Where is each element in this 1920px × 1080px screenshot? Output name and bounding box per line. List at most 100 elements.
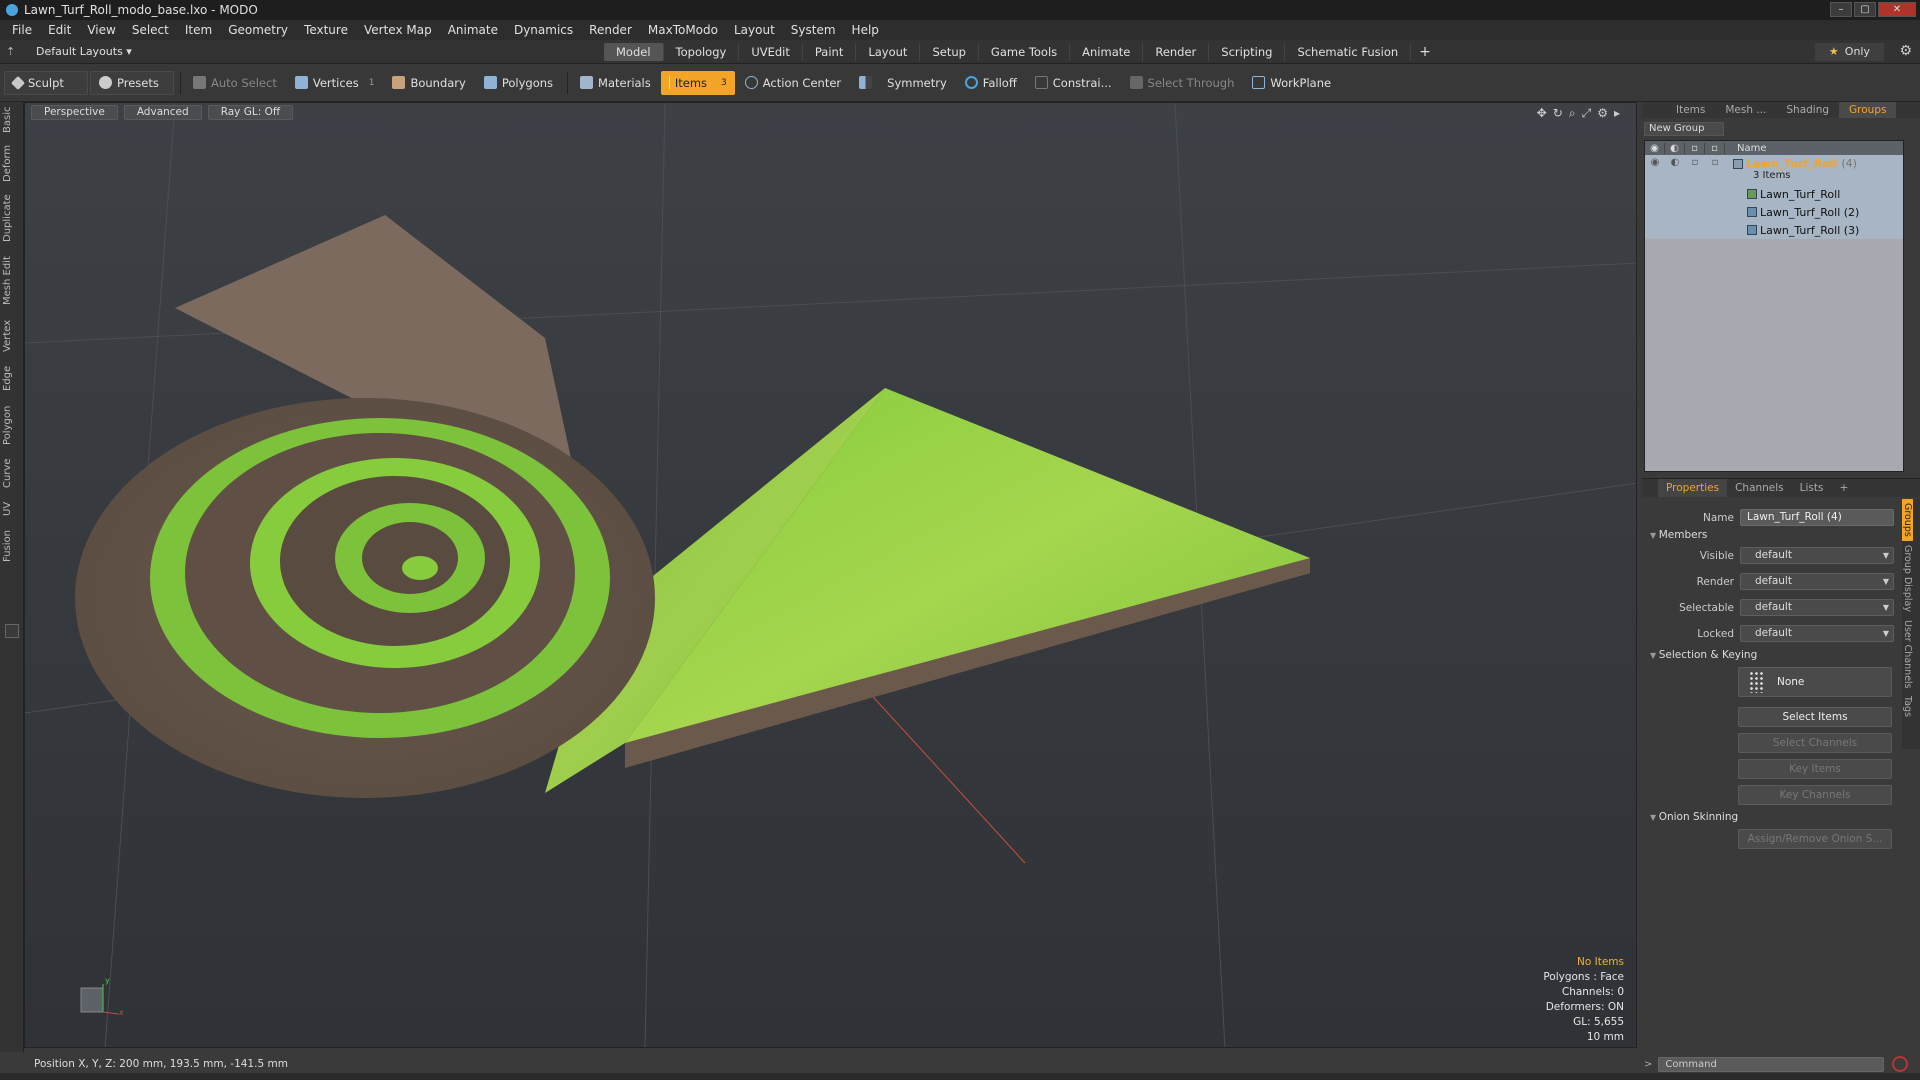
menu-dynamics[interactable]: Dynamics — [506, 23, 581, 37]
tab-paint[interactable]: Paint — [803, 43, 857, 61]
eye-icon[interactable]: ◉ — [1645, 142, 1665, 154]
list-item[interactable]: Lawn_Turf_Roll — [1645, 185, 1903, 203]
tab-properties[interactable]: Properties — [1658, 479, 1728, 497]
raygl-button[interactable]: Ray GL: Off — [207, 105, 294, 120]
lock-icon[interactable]: ▫ — [1685, 142, 1705, 154]
default-layouts-dropdown[interactable]: ⇡ Default Layouts ▾ — [6, 45, 132, 58]
visible-dropdown[interactable]: default — [1740, 547, 1894, 564]
list-item[interactable]: Lawn_Turf_Roll (3) — [1645, 221, 1903, 239]
menu-vertex-map[interactable]: Vertex Map — [356, 23, 440, 37]
menu-geometry[interactable]: Geometry — [220, 23, 296, 37]
tab-uvedit[interactable]: UVEdit — [739, 43, 803, 61]
menu-view[interactable]: View — [79, 23, 123, 37]
none-button[interactable]: None — [1738, 667, 1892, 697]
symmetry-button[interactable]: Symmetry — [851, 71, 955, 95]
render-icon[interactable]: ◐ — [1665, 142, 1685, 154]
left-tab-uv[interactable]: UV — [2, 496, 22, 522]
select-through-button[interactable]: Select Through — [1122, 71, 1243, 95]
materials-button[interactable]: Materials — [572, 71, 659, 95]
side-tab-group-display[interactable]: Group Display — [1902, 541, 1913, 616]
minimize-button[interactable]: – — [1830, 2, 1852, 17]
selectable-dropdown[interactable]: default — [1740, 599, 1894, 616]
tab-setup[interactable]: Setup — [920, 43, 979, 61]
side-tab-groups[interactable]: Groups — [1902, 499, 1913, 541]
menu-item[interactable]: Item — [177, 23, 220, 37]
palette-toggle-button[interactable] — [5, 624, 19, 638]
pan-icon[interactable]: ✥ — [1537, 106, 1547, 121]
menu-select[interactable]: Select — [124, 23, 177, 37]
close-button[interactable]: ✕ — [1878, 2, 1916, 17]
menu-animate[interactable]: Animate — [440, 23, 506, 37]
left-tab-curve[interactable]: Curve — [2, 454, 22, 492]
render-dropdown[interactable]: default — [1740, 573, 1894, 590]
3d-viewport[interactable]: Perspective Advanced Ray GL: Off ✥ ↻ ⌕ ⤢… — [24, 102, 1637, 1048]
select-items-button[interactable]: Select Items — [1738, 707, 1892, 727]
render-toggle[interactable]: ◐ — [1665, 157, 1685, 168]
tab-game-tools[interactable]: Game Tools — [979, 43, 1071, 61]
name-field[interactable]: Lawn_Turf_Roll (4) — [1740, 509, 1894, 526]
tab-mesh[interactable]: Mesh ... — [1715, 102, 1776, 118]
items-button[interactable]: Items 3 — [660, 70, 735, 95]
sculpt-button[interactable]: Sculpt — [4, 70, 88, 95]
left-tab-deform[interactable]: Deform — [2, 142, 22, 186]
side-tab-user-channels[interactable]: User Channels — [1902, 616, 1913, 693]
fit-icon[interactable]: ⤢ — [1582, 106, 1592, 121]
tab-groups[interactable]: Groups — [1839, 102, 1897, 118]
menu-file[interactable]: File — [4, 23, 40, 37]
workplane-button[interactable]: WorkPlane — [1244, 71, 1339, 95]
key-items-button[interactable]: Key Items — [1738, 759, 1892, 779]
zoom-icon[interactable]: ⌕ — [1569, 106, 1576, 121]
tab-layout[interactable]: Layout — [856, 43, 921, 61]
left-tab-polygon[interactable]: Polygon — [2, 400, 22, 450]
tab-items[interactable]: Items — [1666, 102, 1715, 118]
members-section[interactable]: Members — [1650, 529, 1708, 541]
menu-edit[interactable]: Edit — [40, 23, 79, 37]
tab-schematic-fusion[interactable]: Schematic Fusion — [1285, 43, 1412, 61]
tab-render[interactable]: Render — [1143, 43, 1210, 61]
rotate-icon[interactable]: ↻ — [1553, 106, 1563, 121]
side-tab-tags[interactable]: Tags — [1902, 692, 1913, 721]
lock-toggle[interactable]: ▫ — [1685, 157, 1705, 168]
menu-maxtomodo[interactable]: MaxToModo — [640, 23, 726, 37]
select-icon[interactable]: ▫ — [1705, 142, 1725, 154]
menu-render[interactable]: Render — [581, 23, 640, 37]
locked-dropdown[interactable]: default — [1740, 625, 1894, 642]
presets-button[interactable]: Presets — [90, 70, 174, 95]
onion-skinning-section[interactable]: Onion Skinning — [1650, 811, 1738, 823]
left-tab-fusion[interactable]: Fusion — [2, 526, 22, 566]
menu-help[interactable]: Help — [844, 23, 887, 37]
tab-shading[interactable]: Shading — [1776, 102, 1839, 118]
expand-arrow-icon[interactable]: ▸ — [1614, 106, 1620, 121]
action-center-button[interactable]: Action Center — [737, 71, 849, 95]
shading-button[interactable]: Advanced — [123, 105, 202, 120]
tab-scripting[interactable]: Scripting — [1209, 43, 1286, 61]
collapse-up-icon[interactable]: ⇡ — [6, 45, 20, 58]
viewport-settings-icon[interactable]: ⚙ — [1597, 106, 1608, 121]
gear-icon[interactable]: ⚙ — [1899, 43, 1912, 59]
new-group-button[interactable]: New Group — [1644, 122, 1724, 136]
command-input[interactable]: Command — [1658, 1056, 1885, 1072]
vertices-button[interactable]: Vertices 1 — [287, 71, 383, 95]
menu-system[interactable]: System — [783, 23, 844, 37]
selection-keying-section[interactable]: Selection & Keying — [1650, 649, 1758, 661]
tab-animate[interactable]: Animate — [1070, 43, 1144, 61]
menu-layout[interactable]: Layout — [726, 23, 783, 37]
record-icon[interactable] — [1892, 1056, 1909, 1072]
left-tab-duplicate[interactable]: Duplicate — [2, 192, 22, 246]
only-toggle[interactable]: ★ Only — [1814, 43, 1884, 61]
auto-select-button[interactable]: Auto Select — [185, 71, 285, 95]
menu-texture[interactable]: Texture — [296, 23, 356, 37]
select-channels-button[interactable]: Select Channels — [1738, 733, 1892, 753]
add-tab-button[interactable]: + — [1419, 43, 1431, 61]
name-column-header[interactable]: Name — [1725, 143, 1767, 154]
falloff-button[interactable]: Falloff — [957, 71, 1025, 95]
perspective-button[interactable]: Perspective — [31, 105, 118, 120]
add-tab-button[interactable]: + — [1831, 479, 1856, 497]
tab-model[interactable]: Model — [604, 43, 664, 61]
tab-channels[interactable]: Channels — [1727, 479, 1792, 497]
maximize-button[interactable]: ▢ — [1854, 2, 1876, 17]
tab-topology[interactable]: Topology — [664, 43, 740, 61]
left-tab-edge[interactable]: Edge — [2, 360, 22, 396]
group-row[interactable]: ◉ ◐ ▫ ▫ Lawn_Turf_Roll (4) 3 Items — [1645, 155, 1903, 185]
list-item[interactable]: Lawn_Turf_Roll (2) — [1645, 203, 1903, 221]
